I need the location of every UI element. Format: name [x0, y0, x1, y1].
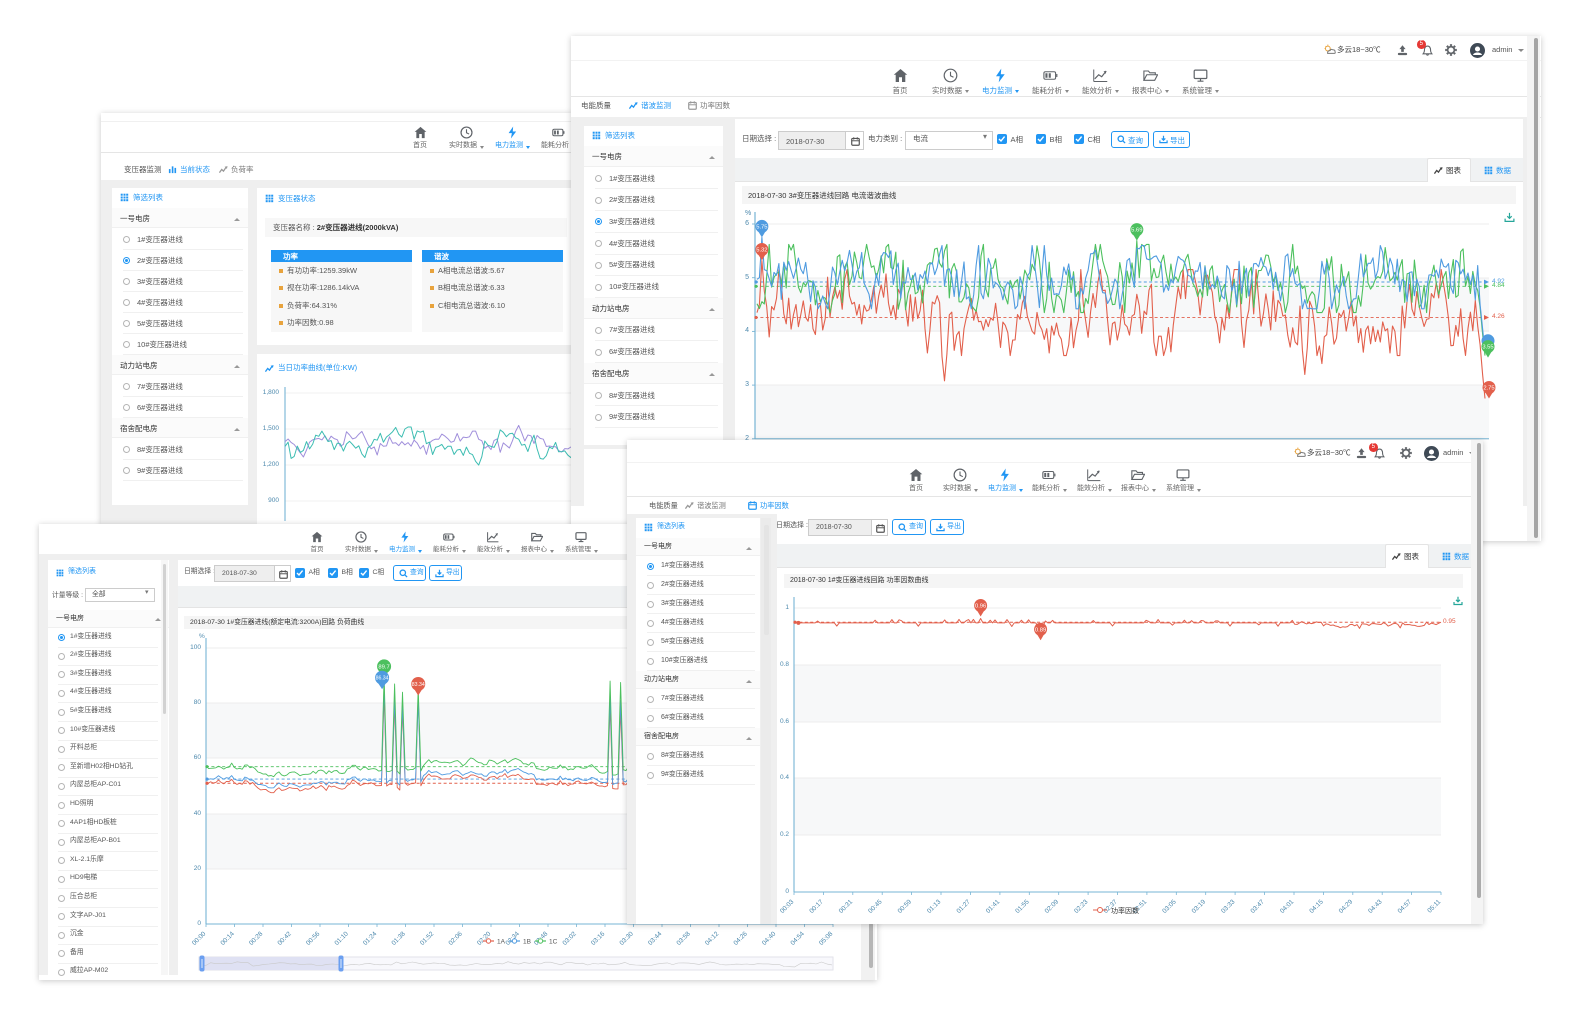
svg-text:05:11: 05:11 [1426, 898, 1442, 914]
svg-text:03:44: 03:44 [647, 930, 664, 947]
svg-text:04:29: 04:29 [1338, 898, 1355, 915]
svg-text:0.96: 0.96 [975, 604, 986, 610]
svg-text:04:26: 04:26 [732, 930, 749, 947]
svg-text:02:06: 02:06 [447, 930, 464, 947]
svg-text:01:38: 01:38 [390, 930, 407, 947]
svg-text:03:19: 03:19 [1191, 898, 1208, 915]
svg-text:3.55: 3.55 [1482, 345, 1493, 351]
svg-text:00:42: 00:42 [276, 930, 293, 947]
svg-text:03:16: 03:16 [590, 930, 607, 947]
svg-text:89.7: 89.7 [378, 664, 389, 670]
svg-text:00:56: 00:56 [305, 930, 322, 947]
svg-text:1C: 1C [549, 939, 558, 946]
svg-text:00:28: 00:28 [248, 930, 265, 947]
svg-text:00:03: 00:03 [779, 898, 796, 915]
svg-text:04:57: 04:57 [1397, 898, 1414, 915]
svg-text:功率因数: 功率因数 [1111, 906, 1139, 915]
svg-text:5.75: 5.75 [756, 224, 767, 230]
svg-text:04:54: 04:54 [789, 930, 806, 947]
svg-text:0.89: 0.89 [1035, 627, 1046, 633]
svg-text:05:08: 05:08 [818, 930, 835, 947]
svg-text:02:09: 02:09 [1044, 898, 1061, 915]
svg-text:04:15: 04:15 [1308, 898, 1325, 915]
svg-text:00:59: 00:59 [897, 898, 914, 915]
svg-text:2.75: 2.75 [1483, 386, 1494, 392]
svg-text:04:01: 04:01 [1279, 898, 1296, 915]
svg-text:01:10: 01:10 [333, 930, 350, 947]
svg-text:03:47: 03:47 [1249, 898, 1266, 915]
svg-text:5.32: 5.32 [756, 248, 767, 254]
svg-text:01:52: 01:52 [419, 930, 436, 947]
svg-text:01:27: 01:27 [955, 898, 972, 915]
svg-text:00:31: 00:31 [838, 898, 855, 915]
svg-text:01:13: 01:13 [926, 898, 943, 915]
svg-text:03:33: 03:33 [1220, 898, 1237, 915]
svg-text:03:58: 03:58 [675, 930, 692, 947]
svg-text:86.34: 86.34 [376, 676, 389, 682]
svg-text:00:45: 00:45 [867, 898, 884, 915]
svg-text:01:41: 01:41 [985, 898, 1002, 915]
svg-text:03:02: 03:02 [561, 930, 578, 947]
svg-text:03:05: 03:05 [1161, 898, 1178, 915]
svg-text:5.69: 5.69 [1131, 228, 1142, 234]
svg-text:03:30: 03:30 [618, 930, 635, 947]
svg-text:01:24: 01:24 [362, 930, 379, 947]
svg-text:04:40: 04:40 [761, 930, 778, 947]
svg-text:02:20: 02:20 [476, 930, 493, 947]
svg-text:02:34: 02:34 [504, 930, 521, 947]
svg-text:00:17: 00:17 [808, 898, 825, 915]
svg-text:83.34: 83.34 [412, 682, 425, 688]
svg-text:04:43: 04:43 [1367, 898, 1384, 915]
svg-text:1A: 1A [497, 939, 506, 946]
svg-text:00:14: 00:14 [219, 930, 236, 947]
svg-text:00:00: 00:00 [191, 930, 208, 947]
svg-text:02:23: 02:23 [1073, 898, 1090, 915]
svg-text:04:12: 04:12 [704, 930, 721, 947]
svg-text:1B: 1B [523, 939, 531, 946]
svg-text:01:55: 01:55 [1014, 898, 1031, 915]
